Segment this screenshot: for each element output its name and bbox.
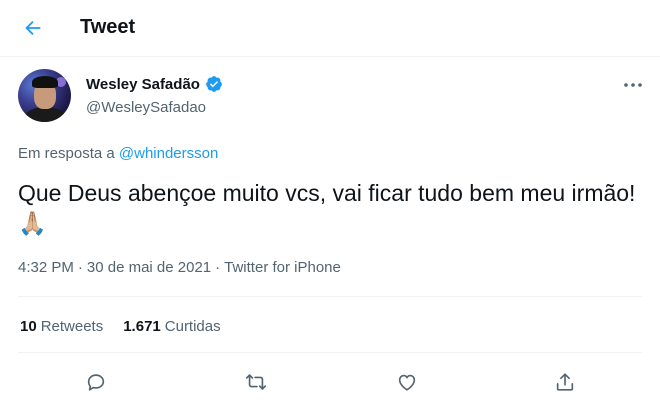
share-icon (556, 373, 574, 391)
page-header: Tweet (0, 0, 660, 57)
tweet-time[interactable]: 4:32 PM (18, 259, 74, 276)
divider (18, 352, 642, 353)
avatar[interactable] (18, 69, 71, 122)
avatar-body (25, 107, 65, 122)
retweet-icon (246, 374, 266, 390)
retweets-label: Retweets (40, 318, 104, 335)
author-name-row: Wesley Safadão (86, 75, 223, 93)
likes-count: 1.671 (123, 318, 161, 335)
tweet-stats: 10 Retweets 1.671 Curtidas (20, 318, 221, 335)
tweet-date[interactable]: 30 de mai de 2021 (87, 259, 211, 276)
back-button[interactable] (18, 14, 48, 42)
divider (18, 296, 642, 297)
share-button[interactable] (547, 364, 583, 400)
tweet-source[interactable]: Twitter for iPhone (224, 259, 341, 276)
verified-badge-icon (205, 75, 223, 93)
meta-separator: · (77, 259, 83, 276)
likes-stat[interactable]: 1.671 Curtidas (123, 318, 220, 335)
reply-icon (87, 374, 105, 391)
arrow-left-icon (25, 20, 41, 36)
tweet-meta: 4:32 PM · 30 de mai de 2021 · Twitter fo… (18, 259, 341, 276)
like-button[interactable] (389, 364, 425, 400)
author-handle[interactable]: @WesleySafadao (86, 99, 206, 116)
tweet-text: Que Deus abençoe muito vcs, vai ficar tu… (18, 180, 636, 236)
avatar-hair (32, 76, 58, 88)
like-icon (398, 374, 416, 391)
more-horizontal-icon (624, 83, 642, 87)
reply-button[interactable] (78, 364, 114, 400)
retweet-button[interactable] (238, 364, 274, 400)
reply-handle-link[interactable]: @whindersson (119, 145, 218, 162)
likes-label: Curtidas (164, 318, 221, 335)
page-title: Tweet (80, 16, 136, 38)
retweets-stat[interactable]: 10 Retweets (20, 318, 103, 335)
retweets-count: 10 (20, 318, 37, 335)
reply-prefix: Em resposta a (18, 145, 115, 162)
author-display-name[interactable]: Wesley Safadão (86, 76, 200, 93)
reply-context: Em resposta a @whindersson (18, 145, 218, 162)
tweet-actions (0, 364, 660, 400)
meta-separator-2: · (215, 259, 221, 276)
more-button[interactable] (620, 75, 646, 95)
